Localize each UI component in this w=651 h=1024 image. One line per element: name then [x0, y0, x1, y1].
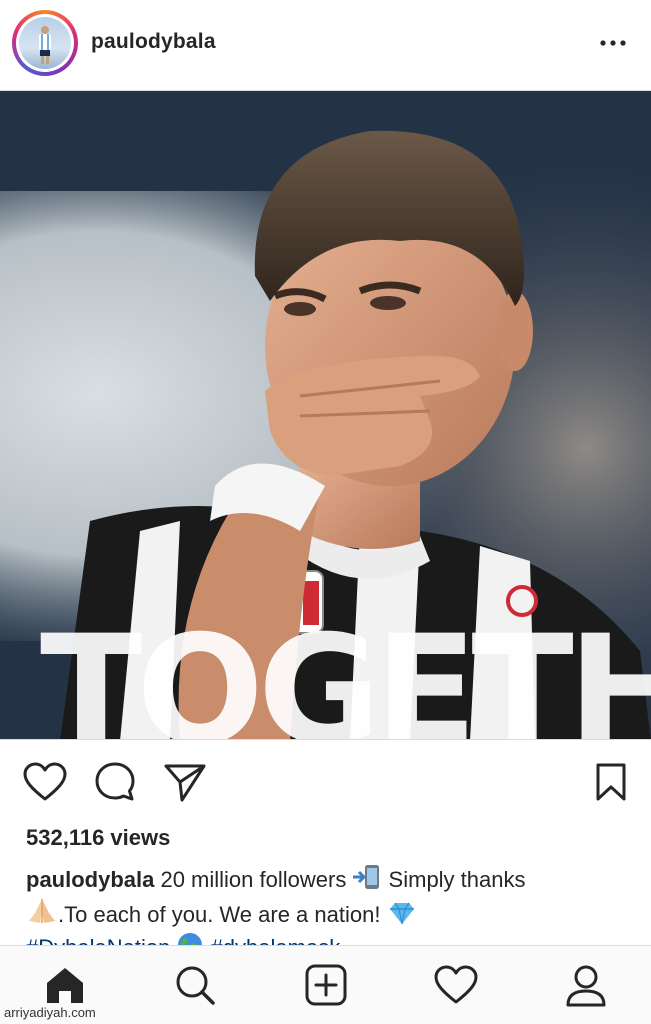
like-heart-icon[interactable]: [22, 759, 68, 805]
post-username[interactable]: paulodybala: [91, 30, 216, 54]
profile-icon[interactable]: [562, 962, 610, 1008]
share-paper-plane-icon[interactable]: [162, 759, 208, 805]
new-post-icon[interactable]: [302, 962, 350, 1008]
more-options-icon[interactable]: [596, 30, 630, 56]
caption-text-2: Simply thanks: [382, 867, 526, 892]
phone-arrow-emoji-icon: [352, 864, 382, 897]
video-overlay-text: TOGETH: [40, 604, 651, 740]
caption-text-3: .To each of you. We are a nation!: [58, 902, 387, 927]
gem-emoji-icon: [387, 901, 417, 932]
home-icon[interactable]: [41, 962, 89, 1008]
avatar-figure-icon: [39, 26, 51, 64]
views-count[interactable]: 532,116 views: [26, 825, 170, 851]
save-bookmark-icon[interactable]: [588, 759, 634, 805]
post-header: paulodybala: [0, 0, 651, 90]
watermark: arriyadiyah.com: [4, 1005, 96, 1020]
caption-username[interactable]: paulodybala: [26, 867, 154, 892]
activity-heart-icon[interactable]: [432, 962, 480, 1008]
praying-hands-emoji-icon: [26, 897, 58, 932]
search-icon[interactable]: [171, 962, 219, 1008]
comment-bubble-icon[interactable]: [92, 759, 138, 805]
bottom-nav-bar: [0, 945, 651, 1024]
post-photo[interactable]: TOGETH: [0, 90, 651, 740]
avatar[interactable]: [12, 10, 78, 76]
caption-text-1: 20 million followers: [154, 867, 353, 892]
